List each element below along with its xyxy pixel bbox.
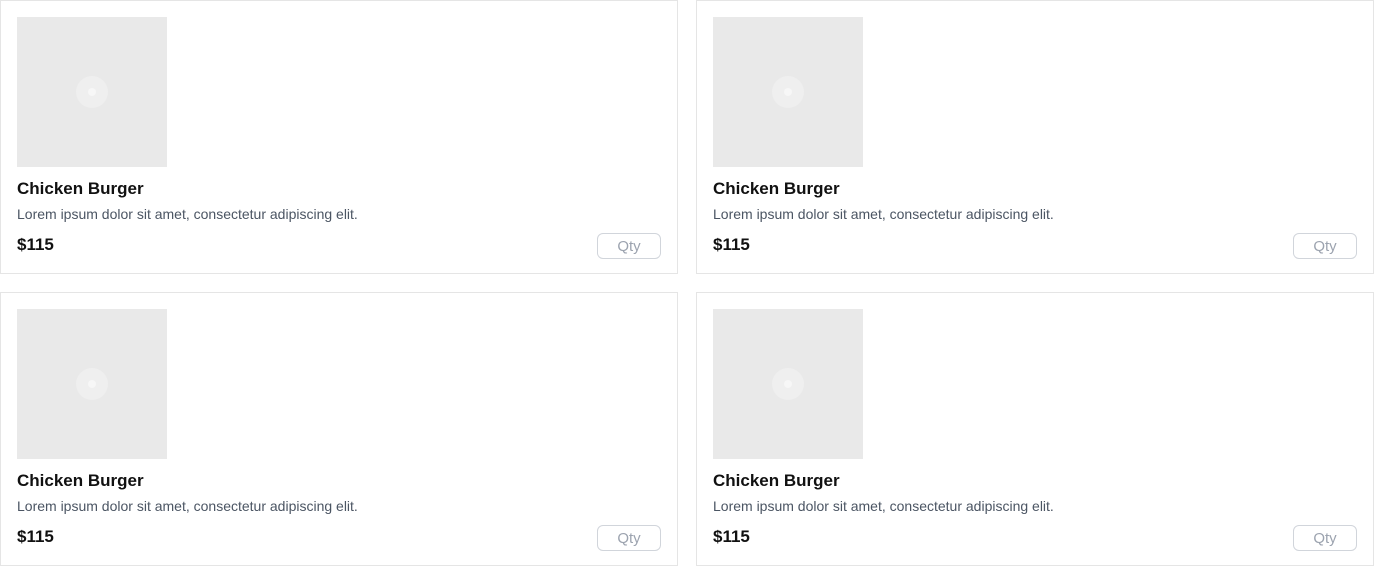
qty-input[interactable] xyxy=(1293,233,1357,259)
product-description: Lorem ipsum dolor sit amet, consectetur … xyxy=(713,206,1054,222)
product-image xyxy=(17,309,167,459)
product-image xyxy=(713,309,863,459)
product-card: Chicken Burger Lorem ipsum dolor sit ame… xyxy=(0,0,678,274)
product-price: $115 xyxy=(17,235,54,254)
qty-input[interactable] xyxy=(597,233,661,259)
product-image xyxy=(713,17,863,167)
product-name: Chicken Burger xyxy=(17,471,144,490)
product-card: Chicken Burger Lorem ipsum dolor sit ame… xyxy=(696,0,1374,274)
product-name: Chicken Burger xyxy=(17,179,144,198)
product-grid: Chicken Burger Lorem ipsum dolor sit ame… xyxy=(0,0,1376,568)
product-name: Chicken Burger xyxy=(713,471,840,490)
product-name: Chicken Burger xyxy=(713,179,840,198)
product-price: $115 xyxy=(713,235,750,254)
product-price: $115 xyxy=(713,527,750,546)
image-placeholder-icon xyxy=(76,368,108,400)
image-placeholder-icon xyxy=(772,368,804,400)
product-description: Lorem ipsum dolor sit amet, consectetur … xyxy=(713,498,1054,514)
image-placeholder-icon xyxy=(76,76,108,108)
product-card: Chicken Burger Lorem ipsum dolor sit ame… xyxy=(0,292,678,566)
product-image xyxy=(17,17,167,167)
image-placeholder-icon xyxy=(772,76,804,108)
product-description: Lorem ipsum dolor sit amet, consectetur … xyxy=(17,498,358,514)
qty-input[interactable] xyxy=(597,525,661,551)
product-card: Chicken Burger Lorem ipsum dolor sit ame… xyxy=(696,292,1374,566)
qty-input[interactable] xyxy=(1293,525,1357,551)
product-description: Lorem ipsum dolor sit amet, consectetur … xyxy=(17,206,358,222)
product-price: $115 xyxy=(17,527,54,546)
